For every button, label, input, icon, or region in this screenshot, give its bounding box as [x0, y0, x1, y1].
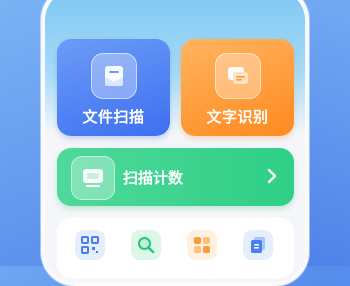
grid-icon[interactable] — [187, 230, 217, 260]
phone-frame: 文件扫描 文字识别 扫描计数 — [41, 0, 309, 286]
file-scan-label: 文件扫描 — [82, 108, 145, 126]
text-recognition-card[interactable]: 文字识别 — [181, 39, 294, 136]
chevron-right-icon — [266, 167, 278, 189]
file-scan-card[interactable]: 文件扫描 — [57, 39, 170, 136]
scan-count-card[interactable]: 扫描计数 — [57, 148, 294, 206]
counter-monitor-icon — [71, 156, 115, 200]
text-recognition-icon — [215, 53, 261, 99]
scan-document-icon — [91, 53, 137, 99]
documents-icon[interactable] — [243, 230, 273, 260]
text-recognition-label: 文字识别 — [206, 108, 269, 126]
scan-count-label: 扫描计数 — [123, 169, 184, 187]
qr-code-icon[interactable] — [75, 230, 105, 260]
search-icon[interactable] — [131, 230, 161, 260]
tools-panel — [57, 218, 294, 278]
